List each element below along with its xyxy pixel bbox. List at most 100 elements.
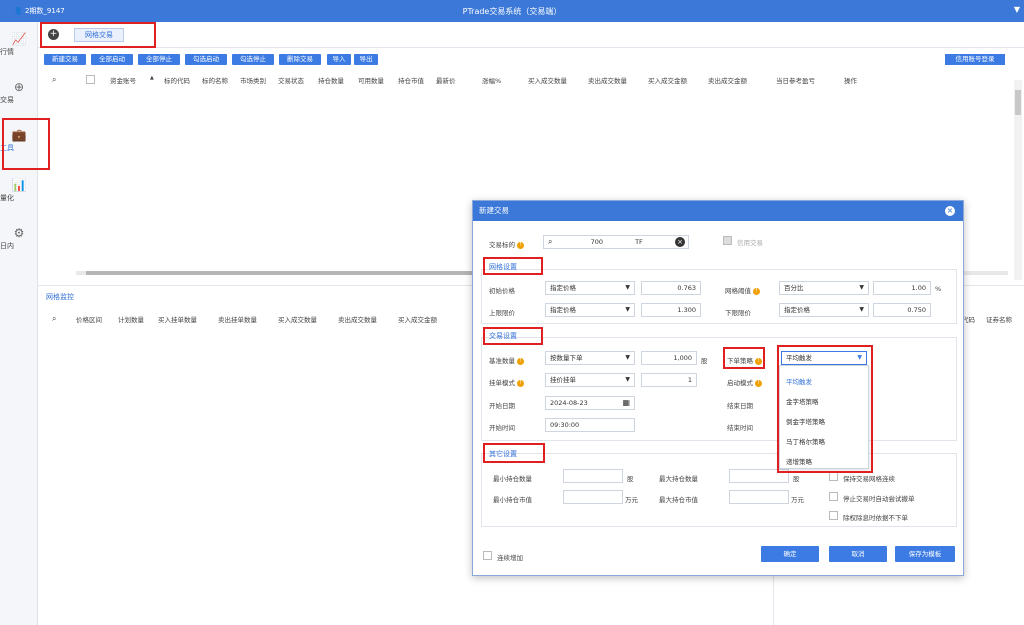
- start-time-input[interactable]: 09:30:00: [545, 418, 635, 432]
- ex-dividend-no-order-checkbox[interactable]: [829, 511, 838, 520]
- col-account[interactable]: 资金账号: [110, 75, 136, 85]
- title-bar: 👤 2期数_9147 PTrade交易系统（交易端） ▼: [0, 0, 1024, 22]
- grid-threshold-input[interactable]: 1.00: [873, 281, 931, 295]
- min-position-qty-input[interactable]: [563, 469, 623, 483]
- col-last-price[interactable]: 最新价: [436, 75, 456, 85]
- col-action[interactable]: 操作: [844, 75, 857, 85]
- min-position-value-label: 最小持仓市值: [493, 496, 532, 504]
- chart-icon: 📈: [11, 32, 27, 46]
- col-code[interactable]: 标的代码: [164, 75, 190, 85]
- continuous-add-label: 连续增加: [497, 554, 523, 562]
- continuous-add-checkbox[interactable]: [483, 551, 492, 560]
- col-buy-filled-amt[interactable]: 买入成交金额: [398, 314, 437, 324]
- base-qty-mode-select[interactable]: 按数量下单 ▼: [545, 351, 635, 365]
- col-status[interactable]: 交易状态: [278, 75, 304, 85]
- highlight-tab: [40, 22, 156, 48]
- initial-price-input[interactable]: 0.763: [641, 281, 701, 295]
- cancel-button[interactable]: 取消: [829, 546, 887, 562]
- hang-mode-qty-input[interactable]: 1: [641, 373, 697, 387]
- credit-trade-checkbox[interactable]: [723, 236, 732, 245]
- sort-asc-icon[interactable]: ▲: [150, 75, 154, 81]
- max-position-value-input[interactable]: [729, 490, 789, 504]
- quant-icon: 📊: [11, 178, 27, 192]
- calendar-icon[interactable]: ▦: [622, 397, 630, 409]
- export-button[interactable]: 导出: [354, 54, 378, 65]
- col-position-value[interactable]: 持仓市值: [398, 75, 424, 85]
- auto-cancel-label: 停止交易时自动尝试撤单: [843, 495, 915, 503]
- wan-unit: 万元: [625, 496, 638, 504]
- base-qty-text: 基准数量: [489, 357, 515, 365]
- col-position-qty[interactable]: 持仓数量: [318, 75, 344, 85]
- col-buy-filled-amt[interactable]: 买入成交金额: [648, 75, 687, 85]
- col-security-name[interactable]: 证券名称: [986, 314, 1012, 324]
- shares-unit: 股: [627, 475, 634, 483]
- menu-dropdown-icon[interactable]: ▼: [1014, 5, 1020, 14]
- delete-trade-button[interactable]: 删除交易: [279, 54, 321, 65]
- hang-mode-select[interactable]: 挂价挂单 ▼: [545, 373, 635, 387]
- col-daily-pnl[interactable]: 当日参考盈亏: [776, 75, 815, 85]
- upper-limit-input[interactable]: 1.300: [641, 303, 701, 317]
- nav-item-intraday[interactable]: ⚙ 日内: [0, 226, 38, 250]
- start-date-input[interactable]: 2024-08-23 ▦: [545, 396, 635, 410]
- col-buy-filled-qty[interactable]: 买入成交数量: [278, 314, 317, 324]
- lower-limit-input[interactable]: 0.750: [873, 303, 931, 317]
- search-icon[interactable]: ⌕: [52, 314, 56, 324]
- base-qty-input[interactable]: 1,000: [641, 351, 697, 365]
- stop-all-button[interactable]: 全部停止: [138, 54, 180, 65]
- credit-account-login-button[interactable]: 信用账号登录: [945, 54, 1005, 65]
- keep-grid-continuous-checkbox[interactable]: [829, 472, 838, 481]
- wan-unit: 万元: [791, 496, 804, 504]
- col-price-range[interactable]: 价格区间: [76, 314, 102, 324]
- highlight-trade-settings: [483, 327, 543, 345]
- nav-item-trade[interactable]: ⊕ 交易: [0, 80, 38, 104]
- target-input[interactable]: ⌕ 700 TF: [543, 235, 689, 249]
- select-value: 挂价挂单: [550, 376, 576, 384]
- chevron-down-icon: ▼: [625, 354, 630, 361]
- grid-monitor-title[interactable]: 网格监控: [46, 292, 74, 302]
- col-change-pct[interactable]: 涨幅%: [482, 75, 501, 85]
- shares-unit: 股: [793, 475, 800, 483]
- col-market[interactable]: 市场类别: [240, 75, 266, 85]
- start-mode-text: 启动模式: [727, 379, 753, 387]
- col-sell-order-qty[interactable]: 卖出挂单数量: [218, 314, 257, 324]
- select-value: 指定价格: [784, 306, 810, 314]
- col-plan-qty[interactable]: 计划数量: [118, 314, 144, 324]
- save-template-button[interactable]: 保存为模板: [895, 546, 955, 562]
- select-all-checkbox[interactable]: [86, 75, 95, 84]
- min-position-qty-label: 最小持仓数量: [493, 475, 532, 483]
- col-available-qty[interactable]: 可用数量: [358, 75, 384, 85]
- hang-mode-label: 挂单模式!: [489, 377, 524, 387]
- scrollbar-thumb[interactable]: [1015, 90, 1021, 115]
- lower-limit-mode-select[interactable]: 指定价格 ▼: [779, 303, 869, 317]
- import-button[interactable]: 导入: [327, 54, 351, 65]
- col-name[interactable]: 标的名称: [202, 75, 228, 85]
- nav-item-market[interactable]: 📈 行情: [0, 32, 38, 56]
- ex-dividend-no-order-label: 除权除息时依据不下单: [843, 514, 908, 522]
- upper-limit-mode-select[interactable]: 指定价格 ▼: [545, 303, 635, 317]
- start-selected-button[interactable]: 勾选启动: [185, 54, 227, 65]
- grid-threshold-text: 网格阈值: [725, 287, 751, 295]
- upper-limit-label: 上限限价: [489, 309, 515, 317]
- min-position-value-input[interactable]: [563, 490, 623, 504]
- col-sell-filled-qty[interactable]: 卖出成交数量: [588, 75, 627, 85]
- select-value: 指定价格: [550, 306, 576, 314]
- col-sell-filled-amt[interactable]: 卖出成交金额: [708, 75, 747, 85]
- stop-selected-button[interactable]: 勾选停止: [232, 54, 274, 65]
- confirm-button[interactable]: 确定: [761, 546, 819, 562]
- grid-threshold-mode-select[interactable]: 百分比 ▼: [779, 281, 869, 295]
- col-buy-filled-qty[interactable]: 买入成交数量: [528, 75, 567, 85]
- auto-cancel-checkbox[interactable]: [829, 492, 838, 501]
- col-sell-filled-qty[interactable]: 卖出成交数量: [338, 314, 377, 324]
- info-icon: !: [755, 379, 762, 387]
- clear-icon[interactable]: ×: [675, 237, 685, 247]
- col-buy-order-qty[interactable]: 买入挂单数量: [158, 314, 197, 324]
- search-icon[interactable]: ⌕: [52, 75, 56, 85]
- vertical-scrollbar[interactable]: [1014, 80, 1022, 280]
- nav-item-quant[interactable]: 📊 量化: [0, 178, 38, 202]
- initial-price-mode-select[interactable]: 指定价格 ▼: [545, 281, 635, 295]
- info-icon: !: [753, 287, 760, 295]
- new-trade-button[interactable]: 新建交易: [44, 54, 86, 65]
- info-icon: !: [517, 379, 524, 387]
- start-all-button[interactable]: 全部启动: [91, 54, 133, 65]
- close-icon[interactable]: ×: [945, 206, 955, 216]
